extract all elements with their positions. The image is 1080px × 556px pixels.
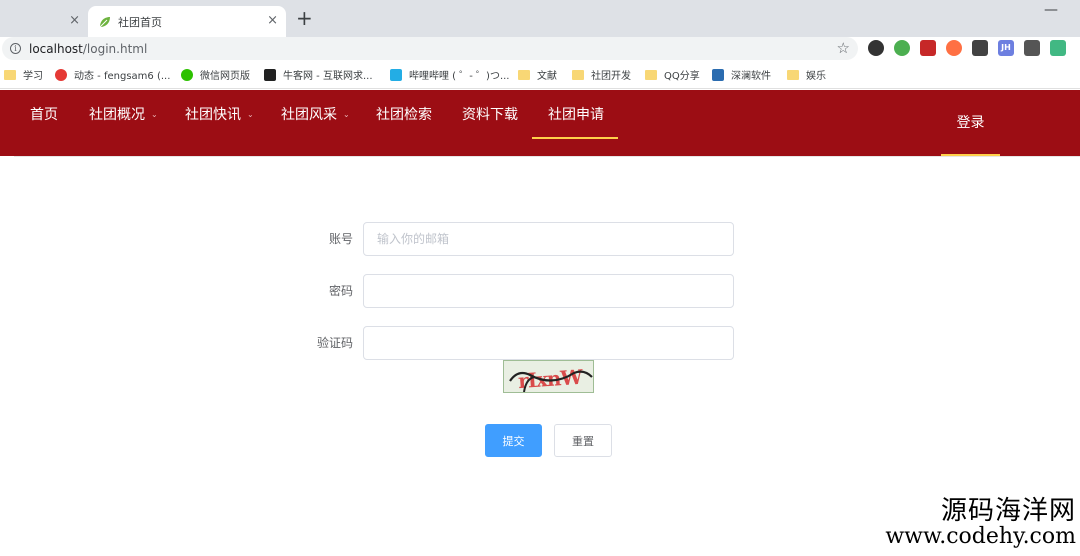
leaf-favicon-icon (99, 16, 110, 27)
folder-icon (645, 69, 657, 80)
minimize-window-button[interactable]: — (1044, 2, 1058, 18)
nav-item-label: 资料下载 (462, 107, 518, 123)
jh-ext-icon[interactable]: JH (998, 40, 1014, 56)
browser-tab-strip: × 社团首页 × + — (0, 0, 1080, 37)
nowcoder-icon (264, 68, 276, 81)
bookmark-item[interactable]: 哔哩哔哩 ( ゜- ゜)つ... (390, 67, 509, 82)
bookmark-item[interactable]: 动态 - fengsam6 (... (55, 67, 170, 82)
nav-item-label: 社团概况 (89, 107, 145, 123)
new-tab-button[interactable]: + (296, 8, 313, 28)
bookmark-label: 社团开发 (591, 71, 631, 82)
nav-item[interactable]: 社团申请 (548, 90, 604, 140)
nav-item-label: 社团申请 (548, 107, 604, 123)
url-host: localhost (29, 41, 83, 56)
bookmark-item[interactable]: QQ分享 (645, 67, 700, 82)
nav-item[interactable]: 社团概况 ⌄ (89, 90, 158, 140)
watermark: 源码海洋网 www.codehy.com (885, 496, 1076, 550)
bookmark-label: QQ分享 (664, 71, 700, 82)
nav-item-label: 社团检索 (376, 107, 432, 123)
bookmark-label: 牛客网 - 互联网求... (283, 71, 373, 82)
captcha-text: rIxnW (517, 365, 584, 393)
captcha-label: 验证码 (316, 336, 353, 350)
bookmark-item[interactable]: 社团开发 (572, 67, 631, 82)
site-info-icon[interactable]: i (10, 43, 21, 54)
chrome-ext-icon[interactable] (894, 40, 910, 56)
nav-item[interactable]: 资料下载 (462, 90, 518, 140)
password-label: 密码 (328, 284, 353, 298)
bookmark-label: 文献 (537, 71, 557, 82)
bookmark-item[interactable]: 学习 (4, 67, 43, 82)
chevron-down-icon: ⌄ (247, 110, 254, 119)
nav-item[interactable]: 社团快讯 ⌄ (185, 90, 254, 140)
bookmark-star-icon[interactable]: ☆ (837, 39, 850, 57)
chevron-down-icon: ⌄ (151, 110, 158, 119)
bookmark-label: 微信网页版 (200, 71, 250, 82)
srun-icon (712, 68, 724, 81)
chevron-down-icon: ⌄ (343, 110, 350, 119)
url-text: localhost/login.html (29, 42, 147, 56)
browser-tab-active[interactable]: 社团首页 × (88, 6, 286, 37)
browser-toolbar: i localhost/login.html ☆ JH (0, 37, 1080, 61)
url-path: /login.html (82, 41, 148, 56)
bookmark-item[interactable]: 微信网页版 (181, 67, 250, 82)
nav-item[interactable]: 首页 (30, 90, 58, 140)
bookmark-label: 娱乐 (806, 71, 826, 82)
browser-tab-inactive[interactable]: × (0, 6, 88, 37)
folder-icon (572, 69, 584, 80)
close-tab-icon[interactable]: × (69, 13, 80, 29)
chart-ext-icon[interactable] (1024, 40, 1040, 56)
folder-icon (787, 69, 799, 80)
bilibili-icon (390, 68, 402, 81)
bookmark-label: 深澜软件 (731, 71, 771, 82)
nav-item[interactable]: 社团检索 (376, 90, 432, 140)
bookmarks-bar: 学习 动态 - fengsam6 (... 微信网页版 牛客网 - 互联网求... 哔哩… (0, 61, 1080, 89)
nav-item-label: 社团风采 (281, 107, 337, 123)
nav-login-link[interactable]: 登录 (941, 90, 1000, 156)
glasses-ext-icon[interactable] (946, 40, 962, 56)
camera-ext-icon[interactable] (868, 40, 884, 56)
nav-item-label: 首页 (30, 107, 58, 123)
password-input[interactable] (363, 274, 734, 308)
bookmark-item[interactable]: 文献 (518, 67, 557, 82)
submit-button[interactable]: 提交 (485, 424, 542, 457)
close-tab-icon[interactable]: × (267, 13, 278, 29)
nav-divider (14, 156, 1080, 157)
extension-icons: JH (868, 40, 1066, 56)
bookmark-item[interactable]: 牛客网 - 互联网求... (264, 67, 373, 82)
vue-ext-icon[interactable] (1050, 40, 1066, 56)
bookmark-item[interactable]: 深澜软件 (712, 67, 771, 82)
bookmark-label: 学习 (23, 71, 43, 82)
bookmark-label: 哔哩哔哩 ( ゜- ゜)つ... (409, 71, 510, 82)
reset-button[interactable]: 重置 (554, 424, 612, 457)
captcha-input[interactable] (363, 326, 734, 360)
captcha-graphic: rIxnW (509, 365, 593, 393)
nav-item-label: 社团快讯 (185, 107, 241, 123)
watermark-title: 源码海洋网 (940, 496, 1076, 526)
site-g-icon (55, 68, 67, 81)
captcha-image[interactable]: rIxnW (503, 360, 594, 393)
ghost-ext-icon[interactable] (972, 40, 988, 56)
bookmark-item[interactable]: 娱乐 (787, 67, 826, 82)
watermark-url: www.codehy.com (885, 524, 1076, 550)
folder-icon (518, 69, 530, 80)
account-row: 账号 (300, 222, 740, 256)
bookmark-label: 动态 - fengsam6 (... (74, 71, 171, 82)
wechat-icon (181, 68, 193, 81)
ublock-ext-icon[interactable] (920, 40, 936, 56)
folder-icon (4, 69, 16, 80)
address-bar[interactable]: i localhost/login.html ☆ (2, 37, 858, 60)
account-input[interactable] (363, 222, 734, 256)
password-row: 密码 (300, 274, 740, 308)
site-nav-bar: 登录 首页 社团概况 ⌄ 社团快讯 ⌄ 社团风采 ⌄ 社团检索 资料下载 社团申请 (0, 90, 1080, 157)
tab-title: 社团首页 (118, 15, 162, 29)
captcha-row: 验证码 (300, 326, 740, 360)
account-label: 账号 (328, 232, 353, 246)
nav-item[interactable]: 社团风采 ⌄ (281, 90, 350, 140)
